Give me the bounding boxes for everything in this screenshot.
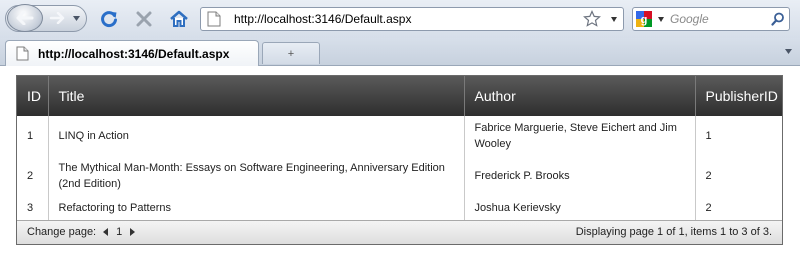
table-row[interactable]: 3 Refactoring to Patterns Joshua Kerievs…	[17, 196, 782, 220]
search-bar[interactable]: g Google	[632, 7, 790, 31]
forward-button[interactable]	[46, 10, 68, 26]
pager-controls: Change page: 1	[27, 226, 136, 238]
books-grid: ID Title Author PublisherID 1 LINQ in Ac…	[16, 75, 783, 245]
books-table: ID Title Author PublisherID 1 LINQ in Ac…	[17, 76, 782, 220]
forward-arrow-icon	[49, 12, 65, 24]
back-button[interactable]	[7, 4, 43, 32]
star-icon[interactable]	[583, 10, 601, 28]
cell-title: Refactoring to Patterns	[48, 196, 465, 220]
table-row[interactable]: 2 The Mythical Man-Month: Essays on Soft…	[17, 156, 782, 196]
url-dropdown-icon[interactable]	[611, 17, 617, 22]
table-row[interactable]: 1 LINQ in Action Fabrice Marguerie, Stev…	[17, 116, 782, 156]
cell-publisherid: 2	[705, 202, 712, 214]
plus-icon: +	[287, 47, 295, 60]
stop-button[interactable]	[133, 8, 155, 30]
reload-button[interactable]	[98, 8, 120, 30]
column-header-author[interactable]: Author	[464, 76, 696, 116]
tab-default-aspx[interactable]: http://localhost:3146/Default.aspx	[5, 40, 259, 66]
stop-icon	[136, 11, 152, 27]
new-tab-button[interactable]: +	[262, 42, 320, 64]
svg-text:g: g	[641, 14, 648, 26]
page-number-link[interactable]: 1	[116, 226, 122, 238]
search-engine-dropdown-icon[interactable]	[658, 17, 664, 22]
tab-title: http://localhost:3146/Default.aspx	[38, 47, 230, 61]
column-header-publisherid[interactable]: PublisherID	[695, 76, 782, 116]
google-icon: g	[636, 11, 652, 27]
cell-id: 2	[17, 156, 49, 196]
url-text: http://localhost:3146/Default.aspx	[234, 12, 412, 26]
cell-id: 3	[17, 196, 49, 220]
header-row: ID Title Author PublisherID	[17, 76, 782, 116]
reload-icon	[101, 11, 117, 28]
page-content: ID Title Author PublisherID 1 LINQ in Ac…	[0, 66, 800, 257]
column-header-title[interactable]: Title	[48, 76, 465, 116]
next-page-icon[interactable]	[130, 228, 136, 236]
cell-title: LINQ in Action	[48, 116, 465, 156]
cell-publisherid: 1	[705, 130, 712, 142]
cell-id: 1	[17, 116, 49, 156]
pager: Change page: 1 Displaying page 1 of 1, i…	[17, 220, 782, 244]
url-bar[interactable]: http://localhost:3146/Default.aspx	[200, 7, 624, 31]
page-icon	[207, 11, 221, 27]
list-all-tabs-icon[interactable]	[785, 49, 792, 54]
column-header-id[interactable]: ID	[17, 76, 49, 116]
search-icon[interactable]	[771, 12, 785, 26]
home-button[interactable]	[168, 8, 190, 30]
page-icon	[16, 46, 29, 61]
cell-title: The Mythical Man-Month: Essays on Softwa…	[48, 156, 465, 196]
prev-page-icon[interactable]	[103, 228, 109, 236]
tab-strip: http://localhost:3146/Default.aspx +	[0, 38, 800, 66]
chevron-down-icon	[72, 15, 80, 21]
cell-author: Joshua Kerievsky	[464, 196, 696, 220]
history-dropdown-button[interactable]	[70, 12, 82, 24]
pager-status: Displaying page 1 of 1, items 1 to 3 of …	[575, 226, 772, 238]
pager-label: Change page:	[27, 226, 97, 238]
cell-author: Fabrice Marguerie, Steve Eichert and Jim…	[464, 116, 696, 156]
cell-publisherid: 2	[705, 170, 712, 182]
home-icon	[170, 10, 188, 27]
search-placeholder: Google	[670, 12, 709, 26]
browser-toolbar: http://localhost:3146/Default.aspx g Goo…	[0, 0, 800, 38]
cell-author: Frederick P. Brooks	[464, 156, 696, 196]
back-arrow-icon	[16, 11, 34, 25]
